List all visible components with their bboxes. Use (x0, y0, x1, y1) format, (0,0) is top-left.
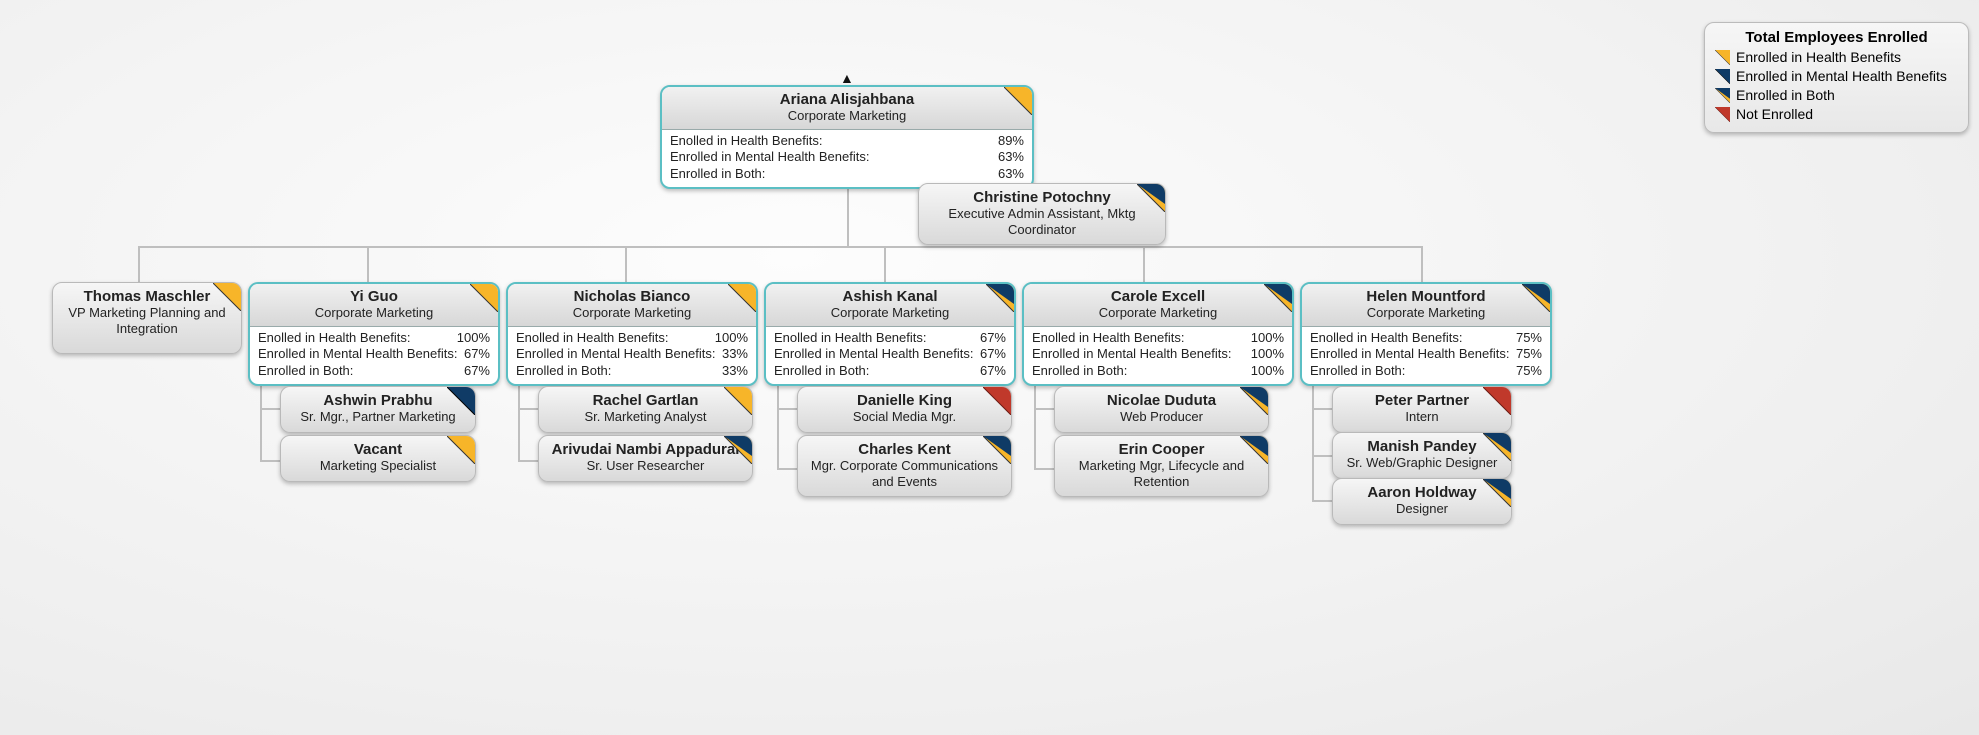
branch-card[interactable]: Thomas Maschler VP Marketing Planning an… (52, 282, 242, 354)
child-card[interactable]: Nicolae Duduta Web Producer (1054, 386, 1269, 433)
root-card[interactable]: Ariana Alisjahbana Corporate Marketing E… (660, 85, 1034, 189)
legend-tag-icon (1715, 50, 1730, 65)
assistant-subtitle: Executive Admin Assistant, Mktg Coordina… (927, 206, 1157, 237)
child-card[interactable]: Ashwin Prabhu Sr. Mgr., Partner Marketin… (280, 386, 476, 433)
child-card[interactable]: Rachel Gartlan Sr. Marketing Analyst (538, 386, 753, 433)
assistant-name: Christine Potochny (927, 189, 1157, 206)
root-name: Ariana Alisjahbana (668, 91, 1026, 108)
child-card[interactable]: Arivudai Nambi Appadurai Sr. User Resear… (538, 435, 753, 482)
root-subtitle: Corporate Marketing (668, 108, 1026, 123)
branch-card[interactable]: Nicholas Bianco Corporate Marketing Enol… (506, 282, 758, 386)
legend-tag-icon (1715, 88, 1730, 103)
legend-box: Total Employees Enrolled Enrolled in Hea… (1704, 22, 1969, 133)
up-arrow-icon: ▲ (840, 70, 854, 86)
branch-card[interactable]: Carole Excell Corporate Marketing Enolle… (1022, 282, 1294, 386)
legend-tag-icon (1715, 107, 1730, 122)
child-card[interactable]: Manish Pandey Sr. Web/Graphic Designer (1332, 432, 1512, 479)
assistant-card[interactable]: Christine Potochny Executive Admin Assis… (918, 183, 1166, 245)
legend-tag-icon (1715, 69, 1730, 84)
legend-title: Total Employees Enrolled (1715, 29, 1958, 46)
child-card[interactable]: Danielle King Social Media Mgr. (797, 386, 1012, 433)
child-card[interactable]: Aaron Holdway Designer (1332, 478, 1512, 525)
branch-card[interactable]: Yi Guo Corporate Marketing Enolled in He… (248, 282, 500, 386)
child-card[interactable]: Peter Partner Intern (1332, 386, 1512, 433)
child-card[interactable]: Charles Kent Mgr. Corporate Communicatio… (797, 435, 1012, 497)
branch-card[interactable]: Helen Mountford Corporate Marketing Enol… (1300, 282, 1552, 386)
child-card[interactable]: Erin Cooper Marketing Mgr, Lifecycle and… (1054, 435, 1269, 497)
child-card[interactable]: Vacant Marketing Specialist (280, 435, 476, 482)
branch-card[interactable]: Ashish Kanal Corporate Marketing Enolled… (764, 282, 1016, 386)
